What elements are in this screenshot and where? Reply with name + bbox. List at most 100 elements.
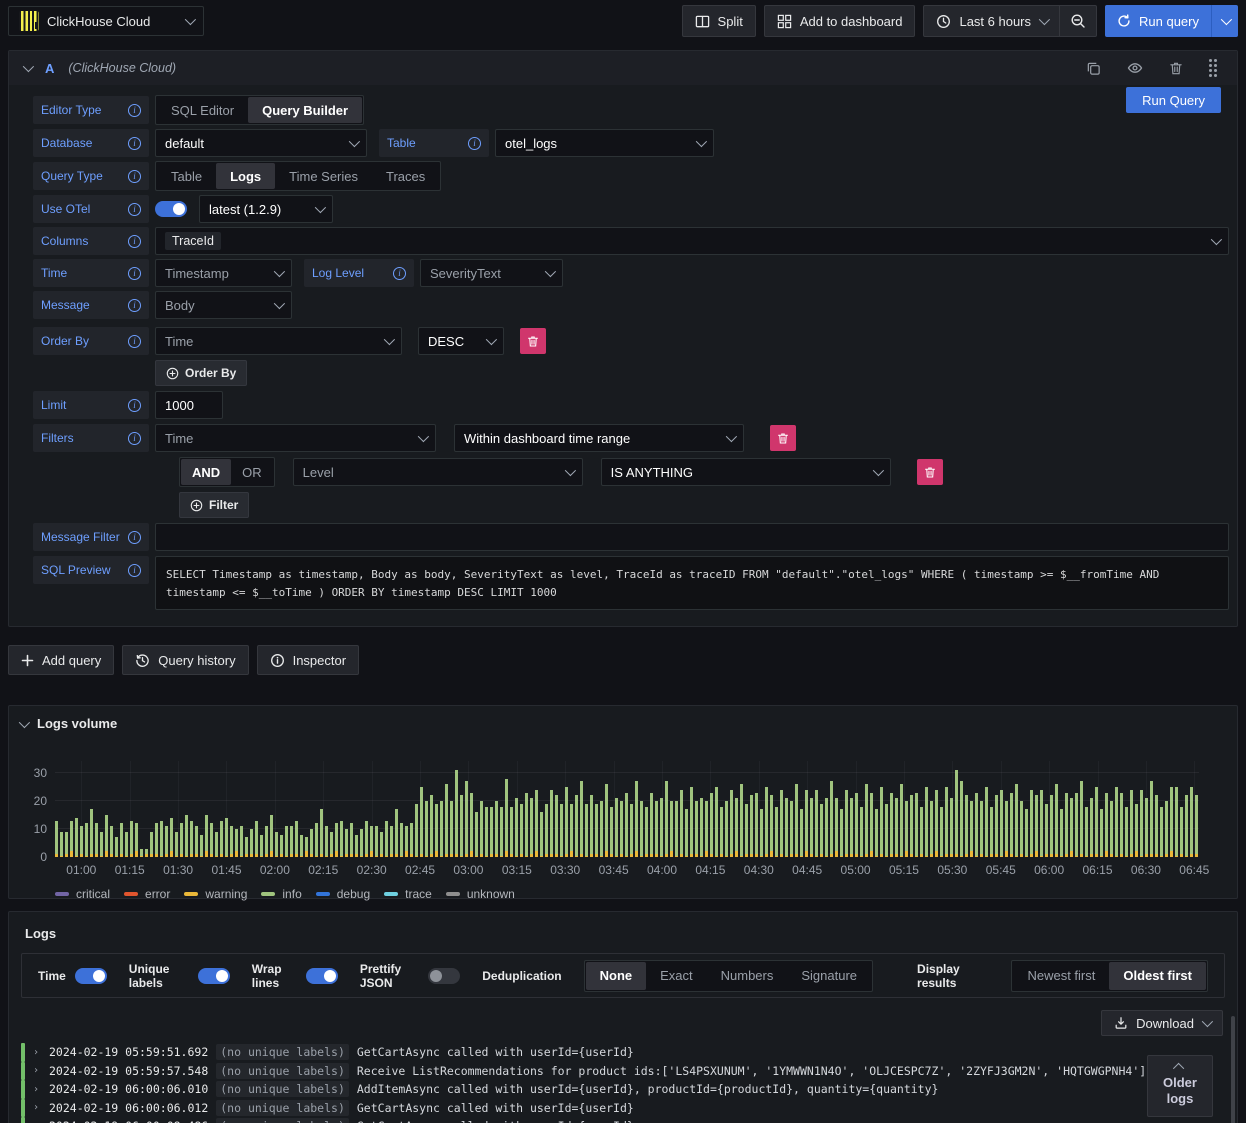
duplicate-query-button[interactable] <box>1080 61 1107 76</box>
volume-bar[interactable] <box>540 812 543 857</box>
volume-bar[interactable] <box>1160 807 1163 857</box>
volume-bar[interactable] <box>145 849 148 857</box>
log-level-column-select[interactable]: SeverityText <box>420 259 563 287</box>
volume-bar[interactable] <box>965 795 968 857</box>
volume-bar[interactable] <box>1135 804 1138 857</box>
volume-bar[interactable] <box>195 826 198 857</box>
volume-bar[interactable] <box>1150 781 1153 857</box>
volume-bar[interactable] <box>305 837 308 857</box>
volume-bar[interactable] <box>915 793 918 857</box>
volume-bar[interactable] <box>1100 809 1103 857</box>
display-oldest-first[interactable]: Oldest first <box>1109 961 1206 990</box>
volume-bar[interactable] <box>360 829 363 857</box>
add-to-dashboard-button[interactable]: Add to dashboard <box>763 5 916 37</box>
volume-bar[interactable] <box>630 804 633 857</box>
volume-bar[interactable] <box>290 826 293 857</box>
order-by-field-select[interactable]: Time <box>155 327 402 355</box>
legend-item-critical[interactable]: critical <box>55 887 110 901</box>
legend-item-debug[interactable]: debug <box>315 887 370 901</box>
datasource-picker[interactable]: ClickHouse Cloud <box>8 6 204 36</box>
legend-item-warning[interactable]: warning <box>184 887 247 901</box>
volume-bar[interactable] <box>380 832 383 857</box>
volume-bar[interactable] <box>200 835 203 857</box>
volume-bar[interactable] <box>940 807 943 857</box>
run-query-panel-button[interactable]: Run Query <box>1126 87 1221 113</box>
database-select[interactable]: default <box>155 129 367 157</box>
volume-bar[interactable] <box>1055 784 1058 857</box>
volume-bar[interactable] <box>645 807 648 857</box>
volume-bar[interactable] <box>945 787 948 857</box>
volume-bar[interactable] <box>390 826 393 857</box>
legend-item-info[interactable]: info <box>261 887 302 901</box>
volume-bar[interactable] <box>345 829 348 857</box>
dedup-option-exact[interactable]: Exact <box>646 962 707 990</box>
filter-condition-field-select[interactable]: Level <box>292 458 583 486</box>
volume-bar[interactable] <box>920 807 923 857</box>
volume-bar[interactable] <box>485 807 488 857</box>
message-filter-input[interactable] <box>155 523 1229 551</box>
volume-bar[interactable] <box>470 793 473 857</box>
columns-multiselect[interactable]: TraceId <box>155 227 1229 255</box>
volume-bar[interactable] <box>760 809 763 857</box>
expand-row-icon[interactable]: › <box>33 1047 41 1058</box>
wrap-lines-toggle[interactable] <box>305 967 338 984</box>
legend-item-unknown[interactable]: unknown <box>445 887 515 901</box>
volume-bar[interactable] <box>590 795 593 857</box>
volume-bar[interactable] <box>110 826 113 857</box>
filter-condition-operator-select[interactable]: IS ANYTHING <box>600 458 891 486</box>
volume-bar[interactable] <box>330 832 333 857</box>
unique-labels-toggle[interactable] <box>197 967 230 984</box>
volume-bar[interactable] <box>65 832 68 857</box>
query-type-option-table[interactable]: Table <box>157 163 216 189</box>
log-row[interactable]: › 2024-02-19 06:00:06.012 (no unique label… <box>21 1098 1237 1117</box>
volume-bar[interactable] <box>445 784 448 857</box>
volume-bar[interactable] <box>545 804 548 857</box>
info-icon[interactable]: i <box>128 169 141 183</box>
volume-bar[interactable] <box>635 781 638 857</box>
volume-bar[interactable] <box>595 804 598 857</box>
volume-bar[interactable] <box>750 795 753 857</box>
display-newest-first[interactable]: Newest first <box>1013 962 1109 990</box>
volume-bar[interactable] <box>425 801 428 857</box>
volume-bar[interactable] <box>985 787 988 857</box>
volume-bar[interactable] <box>1015 784 1018 857</box>
volume-bar[interactable] <box>910 795 913 857</box>
volume-bar[interactable] <box>890 793 893 857</box>
volume-bar[interactable] <box>1125 807 1128 857</box>
volume-bar[interactable] <box>405 826 408 857</box>
volume-bar[interactable] <box>1050 795 1053 857</box>
volume-bar[interactable] <box>90 809 93 857</box>
volume-bar[interactable] <box>675 801 678 857</box>
volume-bar[interactable] <box>375 826 378 857</box>
volume-bar[interactable] <box>285 826 288 857</box>
info-icon[interactable]: i <box>128 431 141 445</box>
legend-item-trace[interactable]: trace <box>384 887 432 901</box>
volume-bar[interactable] <box>125 832 128 857</box>
volume-bar[interactable] <box>830 781 833 857</box>
volume-bar[interactable] <box>395 809 398 857</box>
volume-bar[interactable] <box>905 801 908 857</box>
volume-bar[interactable] <box>570 804 573 857</box>
info-icon[interactable]: i <box>128 563 141 577</box>
volume-bar[interactable] <box>770 795 773 857</box>
volume-bar[interactable] <box>600 801 603 857</box>
volume-bar[interactable] <box>970 801 973 857</box>
volume-bar[interactable] <box>695 801 698 857</box>
volume-bar[interactable] <box>455 770 458 857</box>
add-query-button[interactable]: Add query <box>8 645 115 675</box>
volume-bar[interactable] <box>520 804 523 857</box>
volume-bar[interactable] <box>1120 793 1123 857</box>
volume-bar[interactable] <box>1170 787 1173 857</box>
volume-bar[interactable] <box>220 821 223 857</box>
volume-bar[interactable] <box>820 804 823 857</box>
volume-bar[interactable] <box>510 807 513 857</box>
info-icon[interactable]: i <box>128 202 141 216</box>
volume-bar[interactable] <box>495 801 498 857</box>
dedup-option-none[interactable]: None <box>585 961 647 990</box>
volume-bar[interactable] <box>1110 801 1113 857</box>
volume-bar[interactable] <box>355 835 358 857</box>
volume-bar[interactable] <box>1165 801 1168 857</box>
volume-bar[interactable] <box>260 835 263 857</box>
volume-bar[interactable] <box>435 804 438 857</box>
log-row[interactable]: › 2024-02-19 06:00:06.010 (no unique label… <box>21 1080 1237 1099</box>
